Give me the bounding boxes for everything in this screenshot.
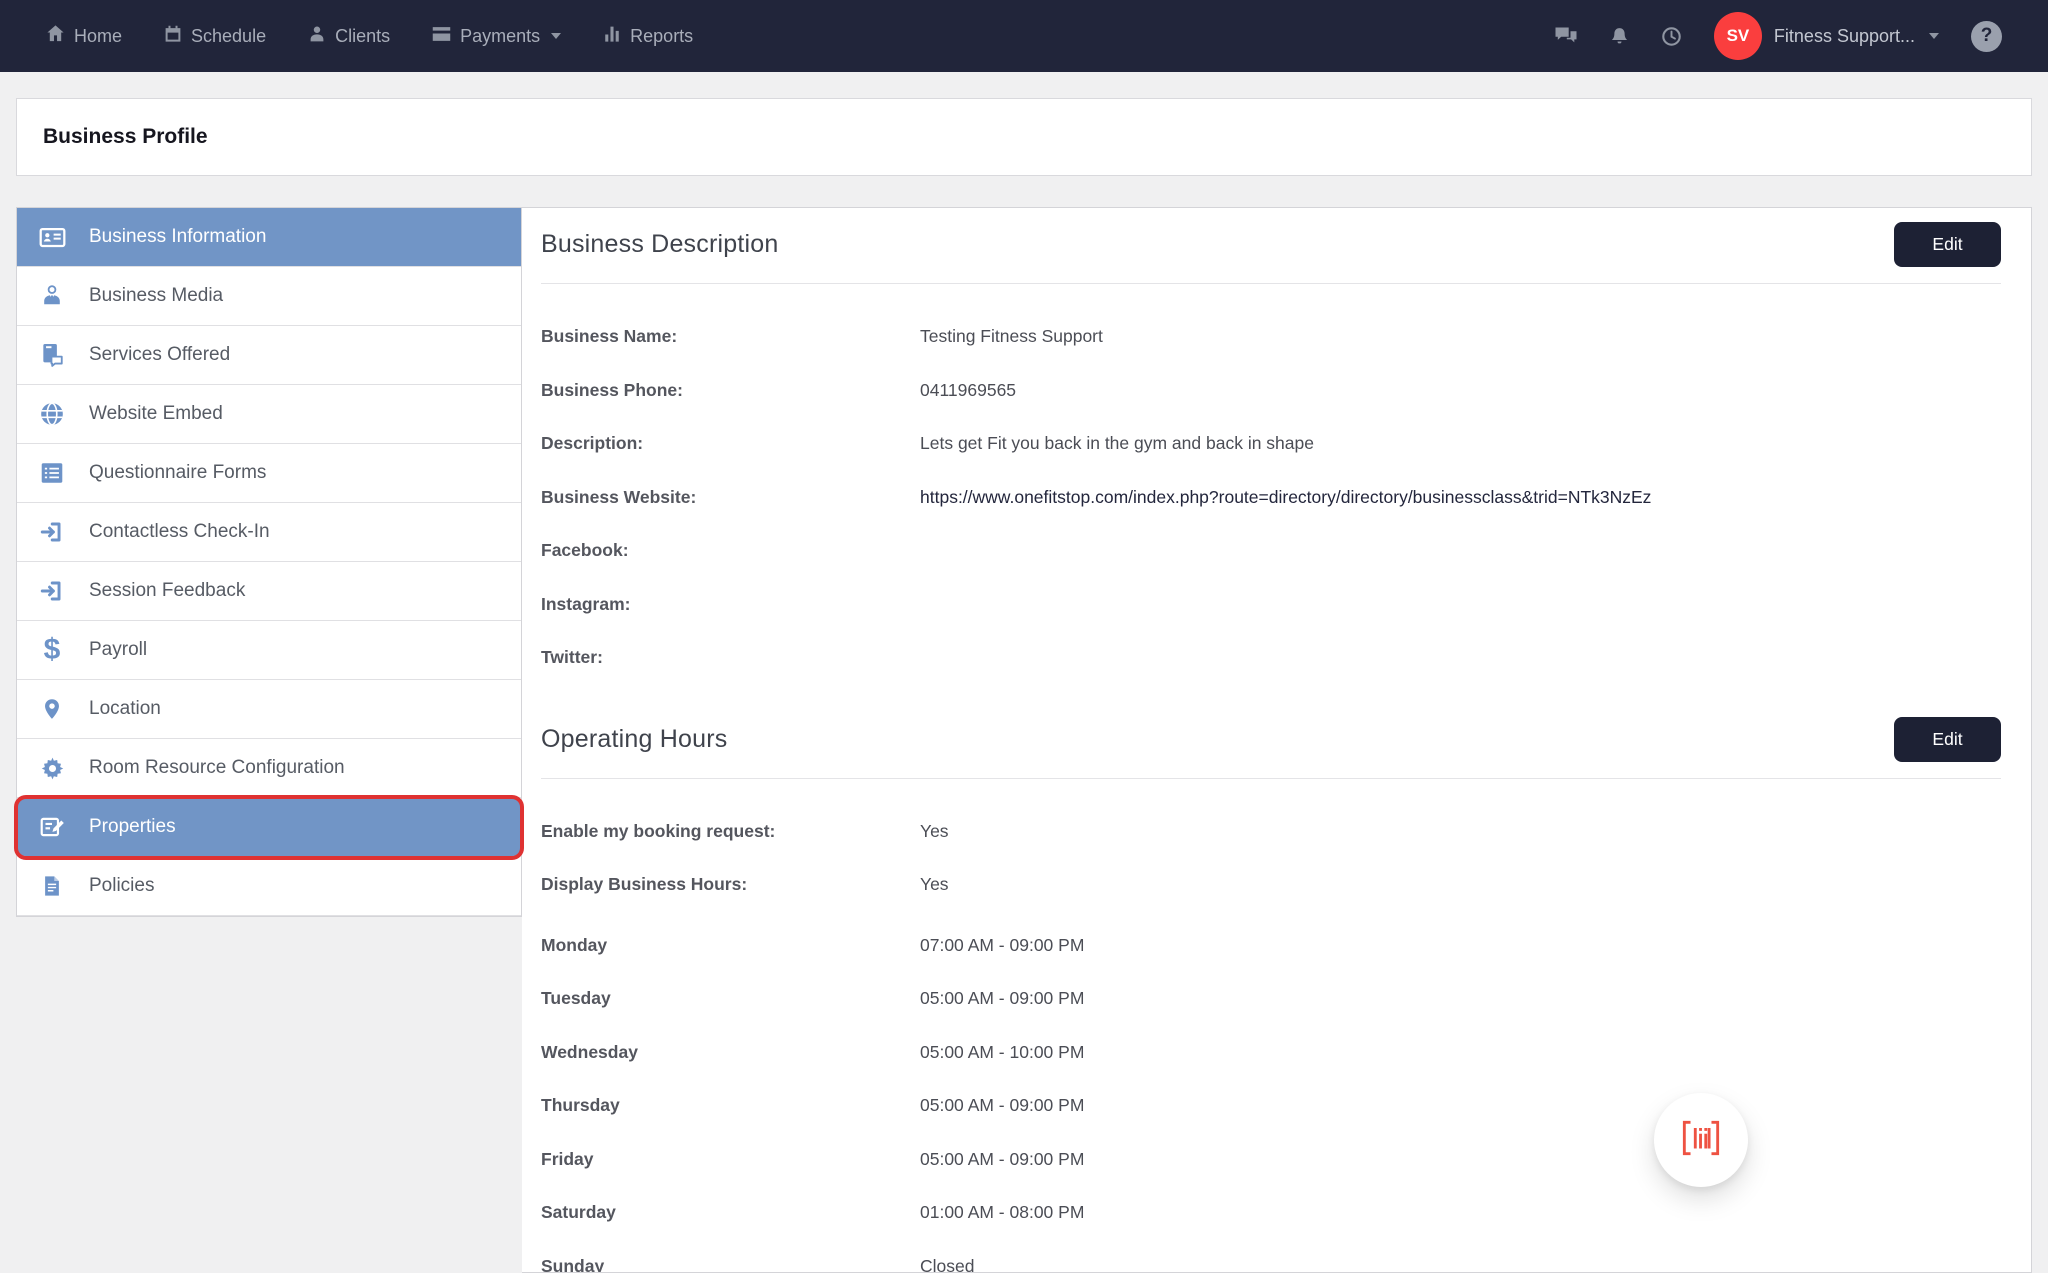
edit-business-description-button[interactable]: Edit xyxy=(1894,222,2001,267)
sidebar-item-label: Questionnaire Forms xyxy=(89,462,266,484)
field-hours-saturday: Saturday 01:00 AM - 08:00 PM xyxy=(541,1186,2001,1240)
scan-floating-button[interactable] xyxy=(1654,1093,1748,1187)
bar-chart-icon xyxy=(603,25,621,48)
sidebar-item-location[interactable]: Location xyxy=(17,680,521,739)
field-instagram: Instagram: xyxy=(541,578,2001,632)
sidebar-item-label: Contactless Check-In xyxy=(89,521,270,543)
business-person-icon xyxy=(37,284,67,308)
sign-in-icon xyxy=(37,578,67,604)
sidebar-item-label: Business Information xyxy=(89,226,266,248)
sidebar-item-session-feedback[interactable]: Session Feedback xyxy=(17,562,521,621)
account-menu[interactable]: SV Fitness Support... xyxy=(1714,12,1939,60)
page-header-card: Business Profile xyxy=(16,98,2032,176)
field-hours-tuesday: Tuesday 05:00 AM - 09:00 PM xyxy=(541,972,2001,1026)
field-hours-sunday: Sunday Closed xyxy=(541,1240,2001,1273)
nav-item-label: Clients xyxy=(335,26,390,47)
navbar-right-group: SV Fitness Support... ? xyxy=(1554,12,2002,60)
sidebar-item-payroll[interactable]: $ Payroll xyxy=(17,621,521,680)
bell-icon[interactable] xyxy=(1610,27,1629,46)
section-operating-hours: Operating Hours Edit Enable my booking r… xyxy=(541,703,2001,1273)
sidebar-item-label: Business Media xyxy=(89,285,223,307)
sidebar-item-label: Properties xyxy=(89,816,176,838)
section-title: Operating Hours xyxy=(541,725,727,754)
edit-operating-hours-button[interactable]: Edit xyxy=(1894,717,2001,762)
section-business-description: Business Description Edit Business Name:… xyxy=(541,208,2001,685)
sidebar-item-business-media[interactable]: Business Media xyxy=(17,267,521,326)
operating-hours-fields: Enable my booking request: Yes Display B… xyxy=(541,779,2001,1273)
sidebar-item-label: Location xyxy=(89,698,161,720)
chevron-down-icon xyxy=(551,33,561,39)
field-twitter: Twitter: xyxy=(541,631,2001,685)
avatar: SV xyxy=(1714,12,1762,60)
field-enable-booking-request: Enable my booking request: Yes xyxy=(541,805,2001,859)
home-icon xyxy=(46,24,65,48)
sidebar-item-questionnaire-forms[interactable]: Questionnaire Forms xyxy=(17,444,521,503)
sidebar-item-room-resource-configuration[interactable]: Room Resource Configuration xyxy=(17,739,521,798)
sidebar-item-label: Website Embed xyxy=(89,403,223,425)
compose-icon xyxy=(37,814,67,840)
nav-item-clients[interactable]: Clients xyxy=(308,25,390,48)
sidebar-item-label: Policies xyxy=(89,875,154,897)
sidebar-item-label: Room Resource Configuration xyxy=(89,757,345,779)
field-hours-thursday: Thursday 05:00 AM - 09:00 PM xyxy=(541,1079,2001,1133)
nav-item-label: Schedule xyxy=(191,26,266,47)
sidebar-item-label: Services Offered xyxy=(89,344,230,366)
sidebar-item-contactless-check-in[interactable]: Contactless Check-In xyxy=(17,503,521,562)
nav-item-schedule[interactable]: Schedule xyxy=(164,25,266,48)
globe-icon xyxy=(37,401,67,427)
page-title: Business Profile xyxy=(43,125,208,149)
section-title: Business Description xyxy=(541,230,778,259)
sidebar-item-services-offered[interactable]: Services Offered xyxy=(17,326,521,385)
sidebar-item-policies[interactable]: Policies xyxy=(17,857,521,916)
field-description: Description: Lets get Fit you back in th… xyxy=(541,417,2001,471)
barcode-scan-icon xyxy=(1678,1118,1724,1163)
form-list-icon xyxy=(37,460,67,486)
field-business-phone: Business Phone: 0411969565 xyxy=(541,364,2001,418)
field-hours-monday: Monday 07:00 AM - 09:00 PM xyxy=(541,919,2001,973)
section-header: Business Description Edit xyxy=(541,208,2001,284)
nav-item-label: Payments xyxy=(460,26,540,47)
credit-card-icon xyxy=(432,26,451,47)
main-panel: Business Description Edit Business Name:… xyxy=(522,207,2032,1273)
field-hours-friday: Friday 05:00 AM - 09:00 PM xyxy=(541,1133,2001,1187)
chat-icon[interactable] xyxy=(1554,26,1578,46)
sidebar-item-label: Payroll xyxy=(89,639,147,661)
field-facebook: Facebook: xyxy=(541,524,2001,578)
field-hours-wednesday: Wednesday 05:00 AM - 10:00 PM xyxy=(541,1026,2001,1080)
account-name: Fitness Support... xyxy=(1774,26,1915,47)
gear-icon xyxy=(37,756,67,781)
top-navbar: Home Schedule Clients Payments Reports S… xyxy=(0,0,2048,72)
settings-sidebar: Business Information Business Media Serv… xyxy=(16,207,522,917)
nav-item-home[interactable]: Home xyxy=(46,24,122,48)
field-business-website: Business Website: https://www.onefitstop… xyxy=(541,471,2001,525)
sidebar-item-label: Session Feedback xyxy=(89,580,245,602)
section-header: Operating Hours Edit xyxy=(541,703,2001,779)
nav-item-label: Home xyxy=(74,26,122,47)
map-pin-icon xyxy=(37,697,67,721)
help-icon[interactable]: ? xyxy=(1971,21,2002,52)
dollar-icon: $ xyxy=(37,635,67,665)
nav-item-label: Reports xyxy=(630,26,693,47)
sidebar-item-business-information[interactable]: Business Information xyxy=(17,208,521,267)
clock-icon[interactable] xyxy=(1661,26,1682,47)
sign-in-icon xyxy=(37,519,67,545)
business-description-fields: Business Name: Testing Fitness Support B… xyxy=(541,284,2001,685)
sidebar-item-properties[interactable]: Properties xyxy=(17,798,521,857)
business-website-link[interactable]: https://www.onefitstop.com/index.php?rou… xyxy=(920,487,1651,508)
field-display-business-hours: Display Business Hours: Yes xyxy=(541,858,2001,912)
person-icon xyxy=(308,25,326,48)
field-business-name: Business Name: Testing Fitness Support xyxy=(541,310,2001,364)
id-card-icon xyxy=(37,224,67,251)
sidebar-item-website-embed[interactable]: Website Embed xyxy=(17,385,521,444)
document-icon xyxy=(37,874,67,898)
nav-item-reports[interactable]: Reports xyxy=(603,25,693,48)
book-chat-icon xyxy=(37,342,67,368)
chevron-down-icon xyxy=(1929,33,1939,39)
calendar-icon xyxy=(164,25,182,48)
nav-item-payments[interactable]: Payments xyxy=(432,26,561,47)
